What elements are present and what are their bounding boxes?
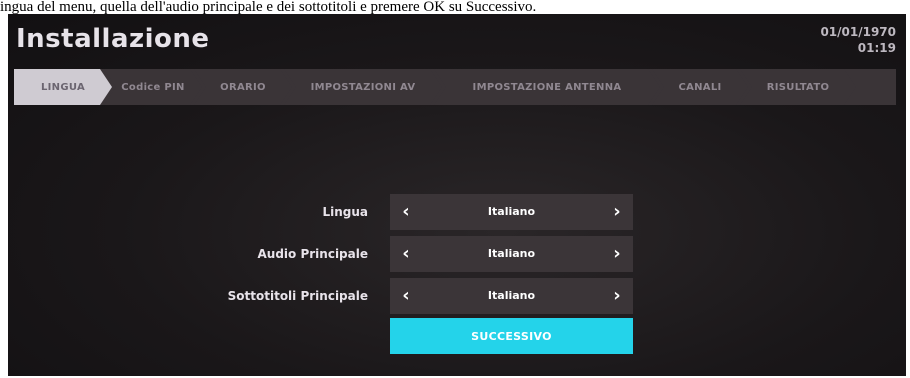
wizard-steps: LINGUA Codice PIN ORARIO IMPOSTAZIONI AV… [14,69,896,105]
lingua-label: Lingua [322,205,368,219]
row-sottotitoli-principale: Sottotitoli Principale ‹ Italiano › [8,278,906,314]
sottotitoli-principale-selector[interactable]: ‹ Italiano › [390,278,633,314]
chevron-right-icon[interactable]: › [607,278,627,314]
instruction-caption: ingua del menu, quella dell'audio princi… [0,0,537,14]
row-audio-principale: Audio Principale ‹ Italiano › [8,236,906,272]
step-lingua[interactable]: LINGUA [14,69,112,105]
step-impostazione-antenna[interactable]: IMPOSTAZIONE ANTENNA [434,69,660,105]
clock: 01/01/1970 01:19 [820,24,896,56]
sottotitoli-principale-value: Italiano [487,289,536,302]
step-orario[interactable]: ORARIO [194,69,292,105]
step-impostazioni-av[interactable]: IMPOSTAZIONI AV [284,69,442,105]
date-display: 01/01/1970 [820,25,896,39]
time-display: 01:19 [857,41,896,55]
lingua-value: Italiano [487,205,536,218]
tv-screen: Installazione 01/01/1970 01:19 LINGUA Co… [8,14,906,376]
sottotitoli-principale-label: Sottotitoli Principale [227,289,368,303]
step-codice-pin[interactable]: Codice PIN [104,69,202,105]
audio-principale-label: Audio Principale [257,247,369,261]
row-lingua: Lingua ‹ Italiano › [8,194,906,230]
step-canali[interactable]: CANALI [652,69,748,105]
chevron-right-icon[interactable]: › [607,236,627,272]
lingua-selector[interactable]: ‹ Italiano › [390,194,633,230]
step-risultato[interactable]: RISULTATO [740,69,856,105]
chevron-right-icon[interactable]: › [607,194,627,230]
audio-principale-selector[interactable]: ‹ Italiano › [390,236,633,272]
audio-principale-value: Italiano [487,247,536,260]
successivo-button[interactable]: SUCCESSIVO [390,318,633,354]
page-title: Installazione [16,24,210,54]
